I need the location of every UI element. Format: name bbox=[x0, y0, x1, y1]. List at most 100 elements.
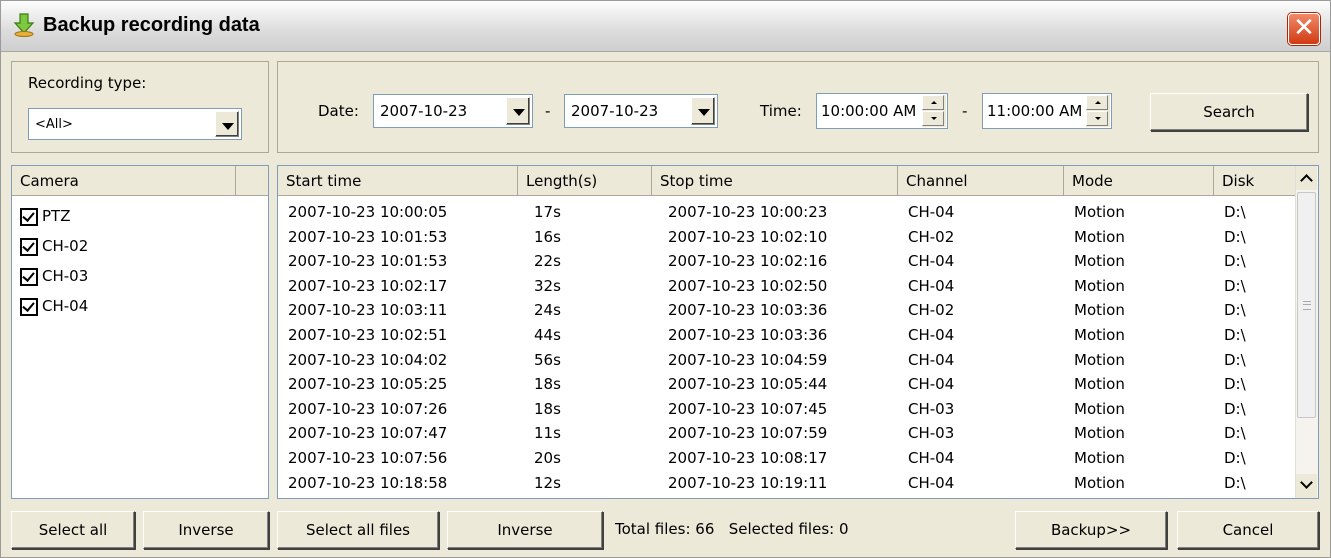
table-row[interactable]: 2007-10-23 10:18:58 12s 2007-10-23 10:19:1… bbox=[278, 474, 1298, 492]
total-files-count: Total files: 66 bbox=[615, 520, 715, 538]
selected-files-count: Selected files: 0 bbox=[728, 520, 849, 538]
column-header[interactable]: Length(s) bbox=[518, 166, 652, 196]
camera-checkbox[interactable] bbox=[20, 298, 38, 316]
recording-type-dropdown-button[interactable] bbox=[215, 111, 239, 137]
window-title: Backup recording data bbox=[43, 14, 260, 36]
table-row[interactable]: 2007-10-23 10:05:25 18s 2007-10-23 10:05:4… bbox=[278, 375, 1298, 393]
date-from-value: 2007-10-23 bbox=[380, 102, 468, 120]
time-to-up-button[interactable] bbox=[1086, 95, 1108, 110]
recording-type-value: <All> bbox=[35, 117, 73, 132]
table-cell: 2007-10-23 10:02:10 bbox=[668, 227, 828, 246]
time-from-down-button[interactable] bbox=[922, 111, 944, 126]
table-cell: 20s bbox=[534, 449, 561, 467]
table-cell: CH-04 bbox=[908, 326, 955, 344]
table-cell: D:\ bbox=[1224, 326, 1246, 344]
select-all-cameras-button[interactable]: Select all bbox=[11, 511, 135, 549]
table-cell: 2007-10-23 10:07:59 bbox=[668, 424, 828, 443]
time-to-down-button[interactable] bbox=[1086, 111, 1108, 126]
camera-item-label: PTZ bbox=[42, 207, 71, 225]
table-row[interactable]: 2007-10-23 10:01:53 22s 2007-10-23 10:02:1… bbox=[278, 252, 1298, 270]
close-button[interactable]: ✕ bbox=[1288, 13, 1320, 45]
table-cell: 2007-10-23 10:01:53 bbox=[288, 227, 448, 246]
time-from-spinner[interactable]: 10:00:00 AM bbox=[816, 93, 948, 129]
table-cell: D:\ bbox=[1224, 424, 1246, 443]
table-row[interactable]: 2007-10-23 10:03:11 24s 2007-10-23 10:03:3… bbox=[278, 301, 1298, 319]
date-to-select[interactable]: 2007-10-23 bbox=[564, 94, 718, 128]
table-row[interactable]: 2007-10-23 10:04:02 56s 2007-10-23 10:04:5… bbox=[278, 351, 1298, 369]
vertical-scrollbar[interactable] bbox=[1295, 166, 1318, 498]
table-cell: 17s bbox=[534, 203, 561, 221]
time-label: Time: bbox=[760, 102, 802, 120]
scroll-thumb[interactable] bbox=[1297, 192, 1316, 418]
scroll-up-button[interactable] bbox=[1296, 166, 1317, 190]
camera-checkbox[interactable] bbox=[20, 208, 38, 226]
table-cell: 18s bbox=[534, 375, 561, 394]
search-button-label: Search bbox=[1203, 103, 1255, 121]
column-header-label: Length(s) bbox=[526, 172, 598, 190]
column-header[interactable]: Start time bbox=[278, 166, 518, 196]
table-cell: 2007-10-23 10:18:58 bbox=[288, 473, 448, 492]
table-row[interactable]: 2007-10-23 10:02:17 32s 2007-10-23 10:02:5… bbox=[278, 277, 1298, 295]
column-header[interactable]: Mode bbox=[1064, 166, 1214, 196]
backup-button[interactable]: Backup>> bbox=[1015, 511, 1167, 549]
search-button[interactable]: Search bbox=[1150, 93, 1308, 131]
select-all-files-button[interactable]: Select all files bbox=[277, 511, 439, 549]
table-cell: 2007-10-23 10:07:45 bbox=[668, 399, 828, 418]
table-cell: D:\ bbox=[1224, 375, 1246, 394]
camera-item-label: CH-03 bbox=[42, 267, 89, 285]
column-header[interactable]: Disk bbox=[1214, 166, 1296, 196]
cancel-button-label: Cancel bbox=[1222, 521, 1274, 539]
table-cell: D:\ bbox=[1224, 301, 1246, 320]
inverse-cameras-button[interactable]: Inverse bbox=[143, 511, 269, 549]
table-cell: Motion bbox=[1074, 203, 1125, 221]
time-to-spinner[interactable]: 11:00:00 AM bbox=[982, 93, 1112, 129]
table-row[interactable]: 2007-10-23 10:00:05 17s 2007-10-23 10:00:2… bbox=[278, 203, 1298, 221]
table-row[interactable]: 2007-10-23 10:07:26 18s 2007-10-23 10:07:4… bbox=[278, 400, 1298, 418]
time-from-up-button[interactable] bbox=[922, 95, 944, 110]
table-cell: D:\ bbox=[1224, 252, 1246, 271]
inverse-files-button[interactable]: Inverse bbox=[447, 511, 603, 549]
table-cell: 2007-10-23 10:19:11 bbox=[668, 473, 828, 492]
chevron-down-icon bbox=[1300, 476, 1313, 489]
column-header[interactable]: Channel bbox=[898, 166, 1064, 196]
table-row[interactable]: 2007-10-23 10:02:51 44s 2007-10-23 10:03:3… bbox=[278, 326, 1298, 344]
date-to-dropdown-button[interactable] bbox=[691, 97, 715, 125]
column-header-label: Channel bbox=[906, 172, 968, 190]
title-bar: Backup recording data ✕ bbox=[1, 1, 1330, 52]
table-cell: 16s bbox=[534, 227, 561, 246]
camera-checkbox[interactable] bbox=[20, 238, 38, 256]
table-cell: 12s bbox=[534, 473, 561, 492]
column-header[interactable]: Stop time bbox=[652, 166, 898, 196]
table-cell: D:\ bbox=[1224, 449, 1246, 467]
table-cell: CH-04 bbox=[908, 203, 955, 221]
camera-column-header[interactable]: Camera bbox=[12, 166, 236, 196]
camera-header-label: Camera bbox=[20, 172, 79, 190]
scroll-down-button[interactable] bbox=[1296, 474, 1317, 498]
time-separator: - bbox=[962, 102, 968, 120]
recording-type-select[interactable]: <All> bbox=[28, 108, 242, 140]
table-cell: D:\ bbox=[1224, 399, 1246, 418]
date-from-select[interactable]: 2007-10-23 bbox=[373, 94, 533, 128]
table-cell: CH-04 bbox=[908, 375, 955, 394]
table-cell: Motion bbox=[1074, 276, 1125, 295]
table-row[interactable]: 2007-10-23 10:07:47 11s 2007-10-23 10:07:5… bbox=[278, 424, 1298, 442]
chevron-down-icon bbox=[513, 109, 525, 116]
select-all-cameras-label: Select all bbox=[38, 521, 108, 539]
camera-checkbox[interactable] bbox=[20, 268, 38, 286]
time-from-value: 10:00:00 AM bbox=[821, 102, 917, 120]
table-cell: D:\ bbox=[1224, 276, 1246, 295]
table-cell: 2007-10-23 10:01:53 bbox=[288, 252, 448, 271]
recording-type-panel: Recording type: <All> bbox=[11, 61, 269, 153]
table-row[interactable]: 2007-10-23 10:01:53 16s 2007-10-23 10:02:1… bbox=[278, 228, 1298, 246]
table-cell: 2007-10-23 10:05:25 bbox=[288, 375, 448, 394]
time-to-value: 11:00:00 AM bbox=[987, 102, 1083, 120]
table-row[interactable]: 2007-10-23 10:07:56 20s 2007-10-23 10:08:1… bbox=[278, 449, 1298, 467]
table-cell: Motion bbox=[1074, 301, 1125, 320]
cancel-button[interactable]: Cancel bbox=[1177, 511, 1319, 549]
date-separator: - bbox=[545, 102, 551, 120]
camera-header-filler bbox=[236, 166, 268, 196]
table-cell: Motion bbox=[1074, 424, 1125, 443]
table-cell: 2007-10-23 10:08:17 bbox=[668, 449, 828, 467]
date-from-dropdown-button[interactable] bbox=[506, 97, 530, 125]
file-count-status: Total files: 66 Selected files: 0 bbox=[615, 520, 849, 538]
